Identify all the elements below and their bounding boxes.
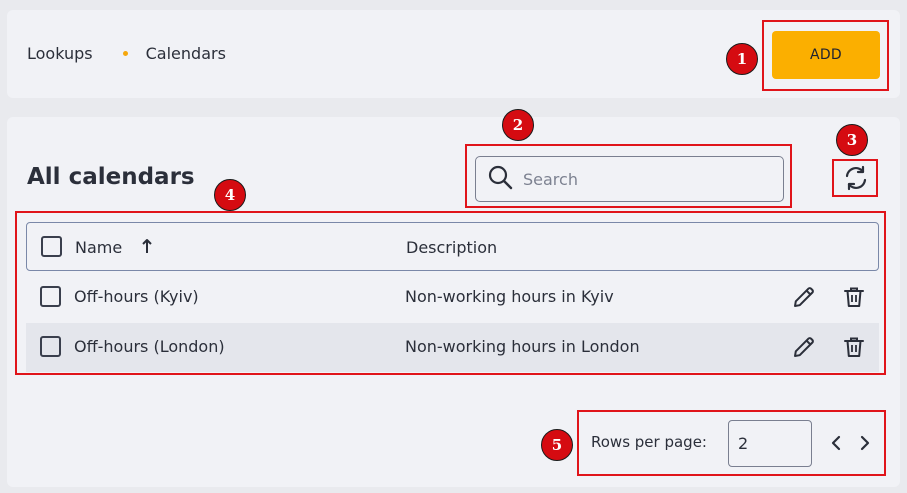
annotation-badge-3: 3 (836, 124, 868, 156)
annotation-badge-1: 1 (726, 43, 758, 75)
annotation-box-4 (15, 211, 886, 375)
breadcrumb: Lookups Calendars (27, 44, 226, 63)
annotation-badge-5: 5 (541, 429, 573, 461)
annotation-box-1 (762, 20, 889, 91)
breadcrumb-item-calendars: Calendars (145, 44, 226, 63)
page-title: All calendars (27, 164, 195, 190)
annotation-box-5 (577, 410, 886, 476)
annotation-box-3 (832, 159, 878, 197)
annotation-badge-2: 2 (502, 109, 534, 141)
annotation-badge-4: 4 (214, 179, 246, 211)
breadcrumb-separator (122, 51, 128, 56)
annotation-box-2 (465, 144, 792, 208)
breadcrumb-item-lookups[interactable]: Lookups (27, 44, 93, 63)
